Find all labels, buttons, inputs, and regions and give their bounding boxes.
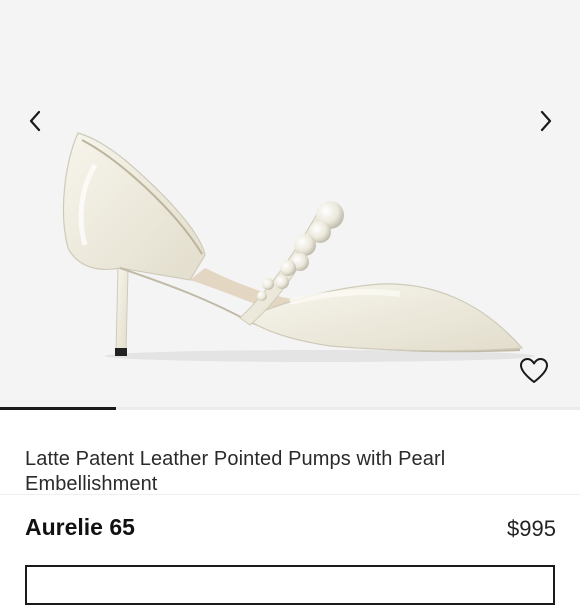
product-name: Aurelie 65 [25,514,135,540]
gallery-progress-fill [0,407,116,410]
purchase-bar: Aurelie 65 $995 [0,494,580,605]
purchase-action-box[interactable] [25,565,555,605]
favorite-button[interactable] [518,355,550,387]
product-image-gallery[interactable] [0,0,580,410]
previous-image-button[interactable] [18,104,52,138]
product-description: Latte Patent Leather Pointed Pumps with … [25,448,446,495]
product-price: $995 [507,516,556,541]
next-image-button[interactable] [529,104,563,138]
heart-icon [520,358,548,383]
chevron-left-icon [29,110,41,132]
gallery-progress-bar [0,407,580,410]
shoe-image [62,132,535,362]
chevron-right-icon [540,110,552,132]
